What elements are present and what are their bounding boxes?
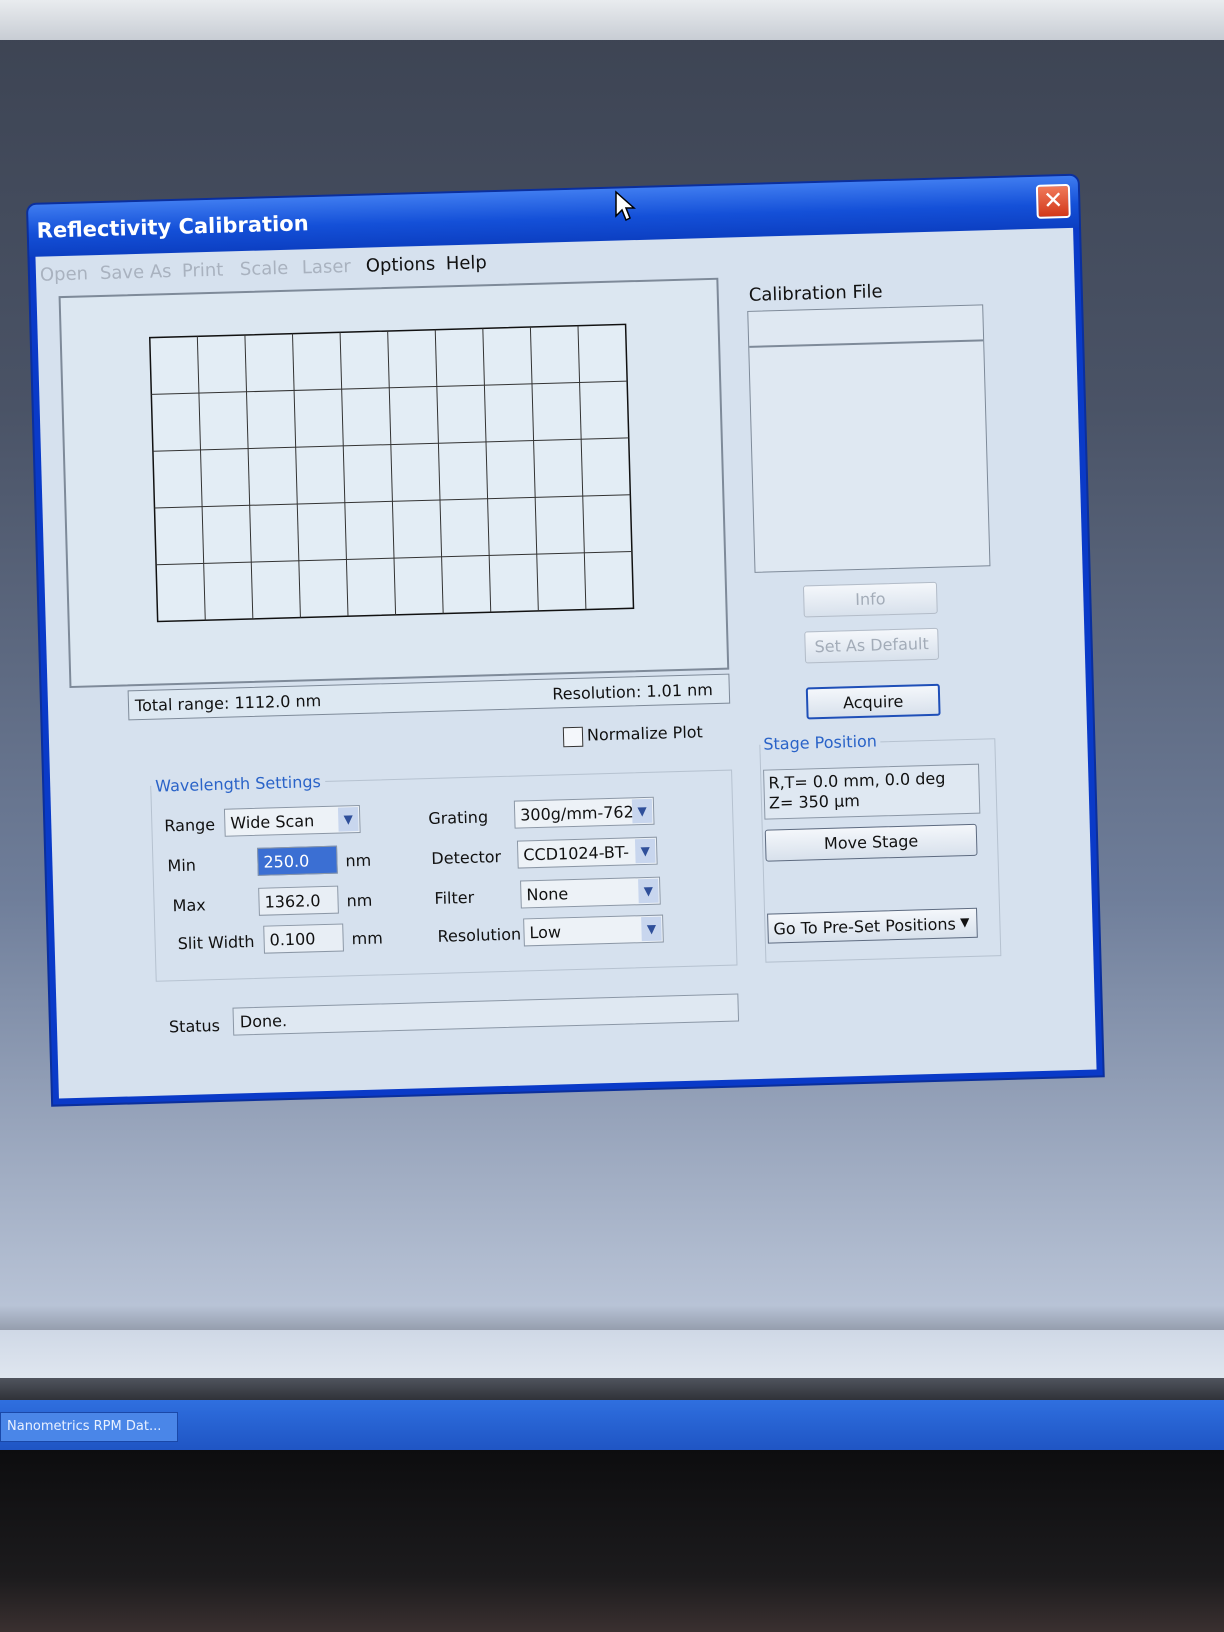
go-to-preset-positions-button[interactable]: Go To Pre-Set Positions ▼ [767,907,978,944]
desktop-background [0,1330,1224,1378]
range-value: Wide Scan [230,811,315,833]
calibration-file-list[interactable] [747,304,991,573]
detector-value: CCD1024-BT- [523,842,630,865]
stage-position-readout: R,T= 0.0 mm, 0.0 deg Z= 350 µm [763,763,981,820]
resolution-label: Resolution [437,924,522,946]
calibration-file-header [748,305,984,348]
filter-value: None [526,884,569,905]
max-label: Max [172,895,206,916]
min-label: Min [167,855,197,876]
menu-save-as: Save As [99,261,172,285]
close-button[interactable]: ✕ [1035,183,1071,219]
range-select[interactable]: Wide Scan ▼ [223,804,361,837]
wavelength-settings-title: Wavelength Settings [151,771,326,796]
close-icon: ✕ [1042,186,1064,215]
menu-scale: Scale [239,257,289,281]
menu-help[interactable]: Help [446,252,488,274]
wavelength-settings-group: Wavelength Settings Range Wide Scan ▼ Min… [150,769,738,982]
menu-print: Print [181,259,224,282]
caret-down-icon: ▼ [959,914,970,930]
menu-options[interactable]: Options [366,254,436,277]
total-range-text: Total range: 1112.0 nm [134,691,322,716]
slit-width-unit: mm [351,928,384,949]
status-label: Status [168,1015,221,1037]
normalize-plot-label: Normalize Plot [586,722,704,745]
resolution-text: Resolution: 1.01 nm [552,680,714,704]
min-unit: nm [345,850,372,871]
menu-laser: Laser [301,256,352,279]
taskbar-item-nanometrics[interactable]: Nanometrics RPM Dat... [0,1412,178,1442]
resolution-select[interactable]: Low ▼ [523,914,664,947]
mouse-cursor-icon [615,190,636,222]
grating-select[interactable]: 300g/mm-762 ▼ [513,796,655,829]
slit-width-label: Slit Width [177,931,255,954]
detector-select[interactable]: CCD1024-BT- ▼ [516,836,658,869]
stage-z-text: Z= 350 µm [768,791,861,813]
min-input[interactable]: 250.0 [257,845,338,876]
taskbar: Nanometrics RPM Dat... [0,1400,1224,1450]
monitor-bezel-top [0,0,1224,40]
filter-select[interactable]: None ▼ [520,876,661,909]
detector-label: Detector [431,847,502,868]
grating-label: Grating [428,807,489,829]
chevron-down-icon: ▼ [638,878,659,904]
range-label: Range [164,815,216,836]
plot-grid [148,323,635,623]
stage-position-group: Stage Position R,T= 0.0 mm, 0.0 deg Z= 3… [759,731,1002,963]
window-title: Reflectivity Calibration [36,211,309,243]
chevron-down-icon: ▼ [634,838,656,864]
reflectivity-calibration-window: Reflectivity Calibration ✕ Open Save As … [28,175,1103,1105]
monitor-bezel-bottom [0,1450,1224,1632]
max-unit: nm [346,890,373,911]
move-stage-button[interactable]: Move Stage [764,823,978,862]
status-field: Done. [232,993,740,1036]
grating-value: 300g/mm-762 [519,802,635,825]
dialog-client-area: Open Save As Print Scale Laser Options H… [35,227,1097,1099]
set-as-default-button[interactable]: Set As Default [804,627,940,664]
stage-position-title: Stage Position [760,731,881,754]
chevron-down-icon: ▼ [337,807,359,832]
slit-width-input[interactable]: 0.100 [263,923,344,954]
acquire-button[interactable]: Acquire [805,683,941,720]
menu-open: Open [39,263,89,286]
chevron-down-icon: ▼ [641,916,662,942]
normalize-plot-checkbox[interactable]: Normalize Plot [562,722,704,747]
info-button[interactable]: Info [802,581,938,618]
filter-label: Filter [434,887,475,908]
checkbox-box[interactable] [562,726,584,747]
preset-label: Go To Pre-Set Positions [773,914,957,939]
spectrum-plot [58,277,730,689]
max-input[interactable]: 1362.0 [258,885,339,916]
calibration-file-title: Calibration File [748,281,883,306]
chevron-down-icon: ▼ [631,798,653,824]
resolution-value: Low [529,922,562,943]
